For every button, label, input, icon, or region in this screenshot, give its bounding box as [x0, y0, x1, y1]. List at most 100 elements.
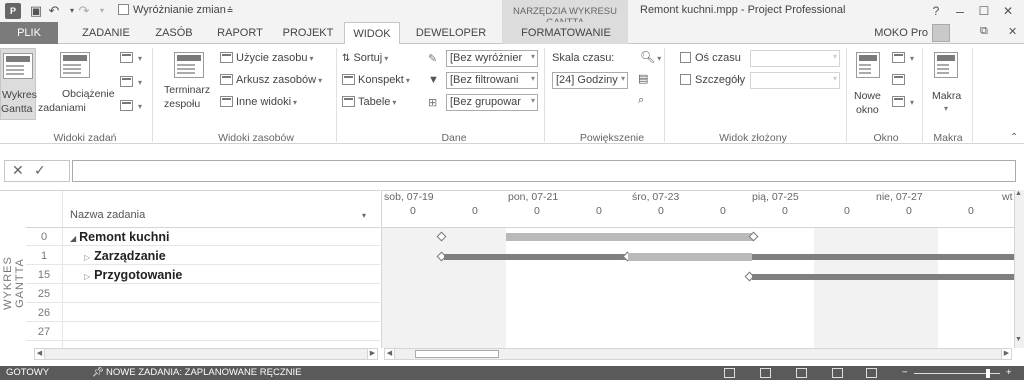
confirm-entry-icon[interactable]: ✓: [34, 162, 46, 179]
new-tasks-mode[interactable]: NOWE ZADANIA: ZAPLANOWANE RĘCZNIE: [106, 367, 301, 378]
entire-project-icon[interactable]: ▤: [638, 72, 648, 85]
close-button[interactable]: ✕: [998, 2, 1018, 20]
hide-window-button[interactable]: [892, 74, 908, 86]
gantt-chart-button[interactable]: Wykres Gantta: [0, 48, 37, 120]
timeline-checkbox[interactable]: Oś czasu: [680, 52, 741, 64]
tab-resource[interactable]: ZASÓB: [148, 22, 200, 44]
entry-input[interactable]: [72, 160, 1016, 182]
timescale-label: Skala czasu:: [552, 52, 615, 64]
tab-project[interactable]: PROJEKT: [278, 22, 338, 44]
user-name[interactable]: MOKO Pro: [866, 22, 928, 44]
table-row[interactable]: 0 ◢ Remont kuchni: [26, 228, 380, 246]
timescale-date: nie, 07-27: [876, 191, 923, 203]
task-bar[interactable]: [444, 254, 628, 260]
sort-button[interactable]: ⇅ Sortuj ▾: [342, 52, 388, 64]
customize-toolbar-icon[interactable]: ⩮: [222, 3, 238, 19]
task-bar[interactable]: [752, 274, 1021, 280]
table-row[interactable]: 26: [26, 304, 380, 322]
table-row[interactable]: 1 ▷ Zarządzanie: [26, 247, 380, 265]
minimize-button[interactable]: –: [950, 2, 970, 20]
calendar-view-button[interactable]: ▾: [120, 76, 142, 88]
new-window-button[interactable]: Nowe okno: [852, 48, 892, 120]
other-task-views-button[interactable]: ▾: [120, 100, 142, 112]
resource-usage-button[interactable]: Użycie zasobu ▾: [220, 52, 314, 64]
restore-button[interactable]: ☐: [974, 2, 994, 20]
zoom-out-icon[interactable]: −: [902, 367, 908, 378]
tab-file[interactable]: PLIK: [0, 22, 58, 44]
scroll-right-icon[interactable]: ▶: [367, 349, 377, 359]
zoom-icon[interactable]: 🔍︎ ▾: [640, 50, 661, 64]
scroll-left-icon[interactable]: ◀: [35, 349, 45, 359]
cancel-entry-icon[interactable]: ✕: [12, 162, 24, 179]
macros-button[interactable]: Makra ▾: [928, 48, 968, 120]
highlight-combo[interactable]: [Bez wyróżnier ▾: [446, 50, 538, 67]
save-icon[interactable]: ▣: [28, 3, 44, 19]
avatar[interactable]: [932, 24, 950, 42]
other-views-button[interactable]: Inne widoki ▾: [220, 96, 297, 108]
network-diagram-button[interactable]: ▾: [120, 52, 142, 64]
gantt-horizontal-scrollbar[interactable]: ◀ ▶: [384, 348, 1012, 360]
task-usage-view-icon[interactable]: [796, 368, 807, 378]
switch-windows-button[interactable]: ▾: [892, 96, 914, 108]
group-label-task-views: Widoki zadań: [53, 132, 117, 144]
table-row[interactable]: 15 ▷ Przygotowanie: [26, 266, 380, 284]
grid-horizontal-scrollbar[interactable]: ◀ ▶: [34, 348, 378, 360]
scroll-down-icon[interactable]: ▼: [1015, 336, 1022, 343]
row-id: 27: [37, 326, 51, 338]
collapse-ribbon-icon[interactable]: ⌃: [1010, 132, 1018, 143]
gantt-vertical-scrollbar[interactable]: ▲ ▼: [1014, 190, 1024, 348]
network-diagram-icon: [120, 52, 133, 63]
new-window-icon: [856, 52, 880, 78]
gantt-view-icon[interactable]: [760, 368, 771, 378]
timescale-tick: 0: [720, 205, 726, 217]
redo-dropdown-icon[interactable]: ▾: [94, 3, 110, 19]
project-app-icon[interactable]: P: [5, 3, 21, 19]
zoom-in-icon[interactable]: +: [1006, 367, 1012, 378]
tab-format[interactable]: FORMATOWANIE: [514, 22, 618, 44]
checkbox-icon: [680, 52, 691, 63]
details-view-combo[interactable]: ▾: [750, 72, 840, 89]
highlight-changes-checkbox[interactable]: Wyróżnianie zmian: [118, 4, 226, 16]
task-usage-button[interactable]: Obciążenie zadaniami: [38, 48, 115, 120]
table-row[interactable]: 25: [26, 285, 380, 303]
zoom-slider-thumb[interactable]: [986, 369, 990, 378]
arrange-all-button[interactable]: ▾: [892, 52, 914, 64]
group-combo[interactable]: [Bez grupowar ▾: [446, 94, 538, 111]
task-bar[interactable]: [752, 254, 1021, 260]
tab-task[interactable]: ZADANIE: [70, 22, 142, 44]
timescale-combo[interactable]: [24] Godziny ▾: [552, 72, 628, 89]
tables-button[interactable]: Tabele ▾: [342, 96, 396, 108]
resource-sheet-button[interactable]: Arkusz zasobów ▾: [220, 74, 322, 86]
scroll-right-icon[interactable]: ▶: [1001, 349, 1011, 359]
redo-icon[interactable]: ↷: [76, 3, 92, 19]
timescale-tick: 0: [472, 205, 478, 217]
tab-report[interactable]: RAPORT: [210, 22, 270, 44]
selected-tasks-icon[interactable]: ⌕: [638, 94, 644, 107]
tab-view[interactable]: WIDOK: [344, 22, 400, 45]
entry-bar: ✕ ✓: [0, 156, 1024, 186]
task-usage-label-1: Obciążenie: [62, 88, 115, 100]
resource-sheet-view-icon[interactable]: [866, 368, 877, 378]
column-filter-icon[interactable]: ▾: [362, 211, 366, 220]
timeline-view-combo[interactable]: ▾: [750, 50, 840, 67]
summary-bar[interactable]: [506, 233, 754, 241]
undo-icon[interactable]: ↶: [46, 3, 62, 19]
view-bar[interactable]: WYKRES GANTTA: [0, 191, 26, 349]
gantt-chart[interactable]: sob, 07-19 pon, 07-21 śro, 07-23 pią, 07…: [381, 190, 1021, 348]
task-name-column-header[interactable]: Nazwa zadania: [70, 209, 145, 221]
tab-developer[interactable]: DEWELOPER: [408, 22, 494, 44]
scroll-thumb[interactable]: [415, 350, 499, 358]
help-button[interactable]: ?: [926, 2, 946, 20]
team-planner-view-icon[interactable]: [832, 368, 843, 378]
team-planner-button[interactable]: Terminarz zespołu: [158, 48, 218, 120]
scroll-left-icon[interactable]: ◀: [385, 349, 395, 359]
table-row[interactable]: 27: [26, 323, 380, 341]
close-document-icon[interactable]: ✕: [1008, 25, 1017, 38]
filter-combo[interactable]: [Bez filtrowani ▾: [446, 72, 538, 89]
ribbon-display-icon[interactable]: ⧉: [980, 25, 988, 38]
outline-button[interactable]: Konspekt ▾: [342, 74, 410, 86]
details-checkbox[interactable]: Szczegóły: [680, 74, 745, 86]
task-bar[interactable]: [628, 253, 752, 261]
task-mode-icon[interactable]: [724, 368, 735, 378]
scroll-up-icon[interactable]: ▲: [1015, 190, 1022, 197]
